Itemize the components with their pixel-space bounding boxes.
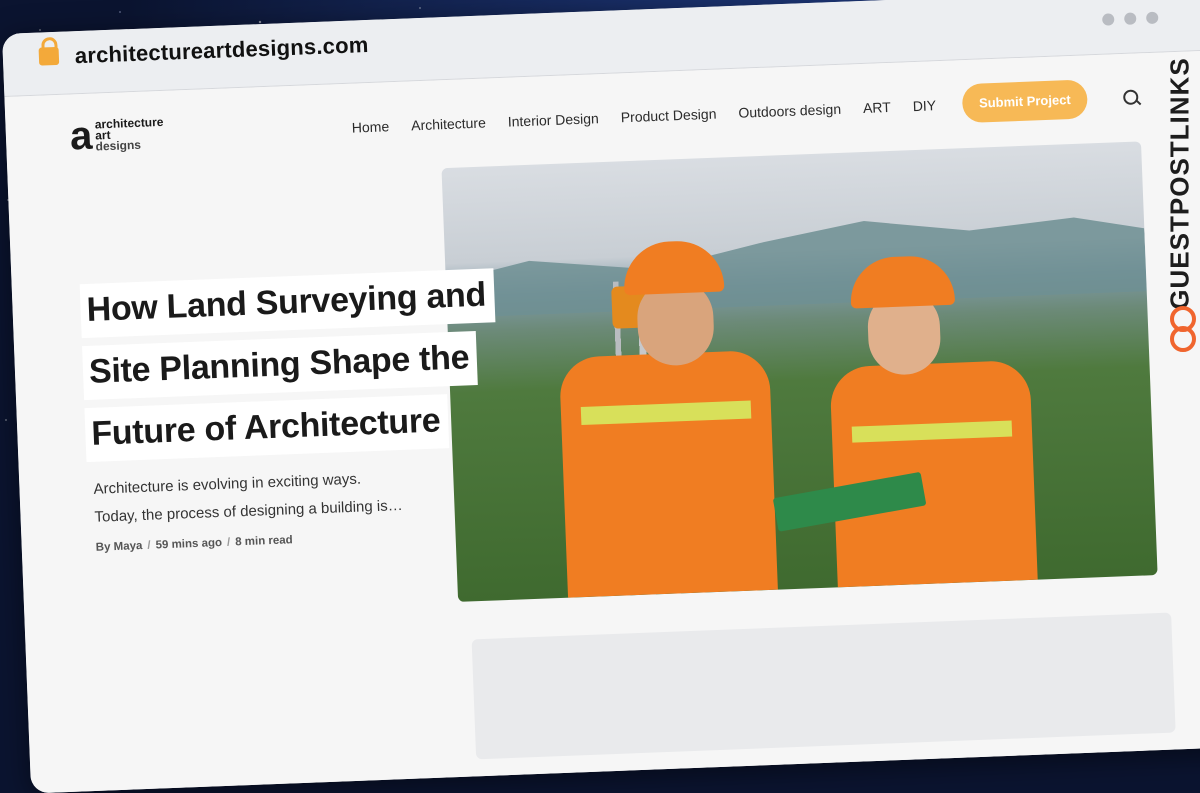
next-article-card[interactable] (471, 612, 1176, 760)
nav-item-art[interactable]: ART (863, 98, 891, 115)
nav-item-diy[interactable]: DIY (912, 97, 936, 114)
post-time: 59 mins ago (155, 536, 223, 552)
site-content: a architecture art designs Home Architec… (4, 47, 1200, 793)
title-line[interactable]: Future of Architecture (84, 394, 450, 463)
logo-line-3: designs (95, 137, 142, 153)
nav-item-interior-design[interactable]: Interior Design (507, 110, 599, 129)
link-icon (1170, 326, 1196, 352)
title-line[interactable]: How Land Surveying and (79, 268, 495, 339)
search-icon[interactable] (1123, 89, 1140, 106)
lock-icon (38, 46, 60, 66)
dot-icon[interactable] (1146, 11, 1159, 25)
vest-stripe (580, 400, 752, 426)
article-excerpt: Architecture is evolving in exciting way… (93, 463, 435, 532)
dot-icon[interactable] (1102, 13, 1115, 26)
author-link[interactable]: By Maya (96, 540, 143, 554)
surveyor-body-shape (558, 349, 778, 598)
main-nav: Home Architecture Interior Design Produc… (351, 77, 1140, 146)
nav-item-outdoors-design[interactable]: Outdoors design (738, 100, 841, 120)
nav-item-home[interactable]: Home (352, 118, 390, 135)
title-line[interactable]: Site Planning Shape the (82, 331, 479, 401)
url-text[interactable]: architectureartdesigns.com (74, 32, 369, 69)
logo-letter: a (69, 113, 94, 159)
site-logo[interactable]: a architecture art designs (69, 113, 165, 159)
engineer-body-shape (829, 359, 1038, 588)
logo-text: architecture art designs (95, 114, 165, 153)
nav-item-architecture[interactable]: Architecture (411, 114, 486, 133)
window-controls (1102, 11, 1159, 26)
dot-icon[interactable] (1124, 12, 1137, 25)
article-meta: By Maya/59 mins ago/8 min read (95, 534, 293, 554)
browser-window: architectureartdesigns.com a architectur… (2, 0, 1200, 793)
vest-stripe (851, 420, 1013, 443)
watermark-text: GUESTPOSTLINKS (1164, 57, 1195, 310)
article-title[interactable]: How Land Surveying and Site Planning Sha… (79, 266, 557, 470)
hard-hat-shape (622, 239, 725, 296)
guestpostlinks-watermark: GUESTPOSTLINKS (1160, 57, 1200, 358)
nav-item-product-design[interactable]: Product Design (620, 105, 716, 125)
submit-project-button[interactable]: Submit Project (961, 79, 1089, 124)
read-time: 8 min read (235, 534, 293, 549)
